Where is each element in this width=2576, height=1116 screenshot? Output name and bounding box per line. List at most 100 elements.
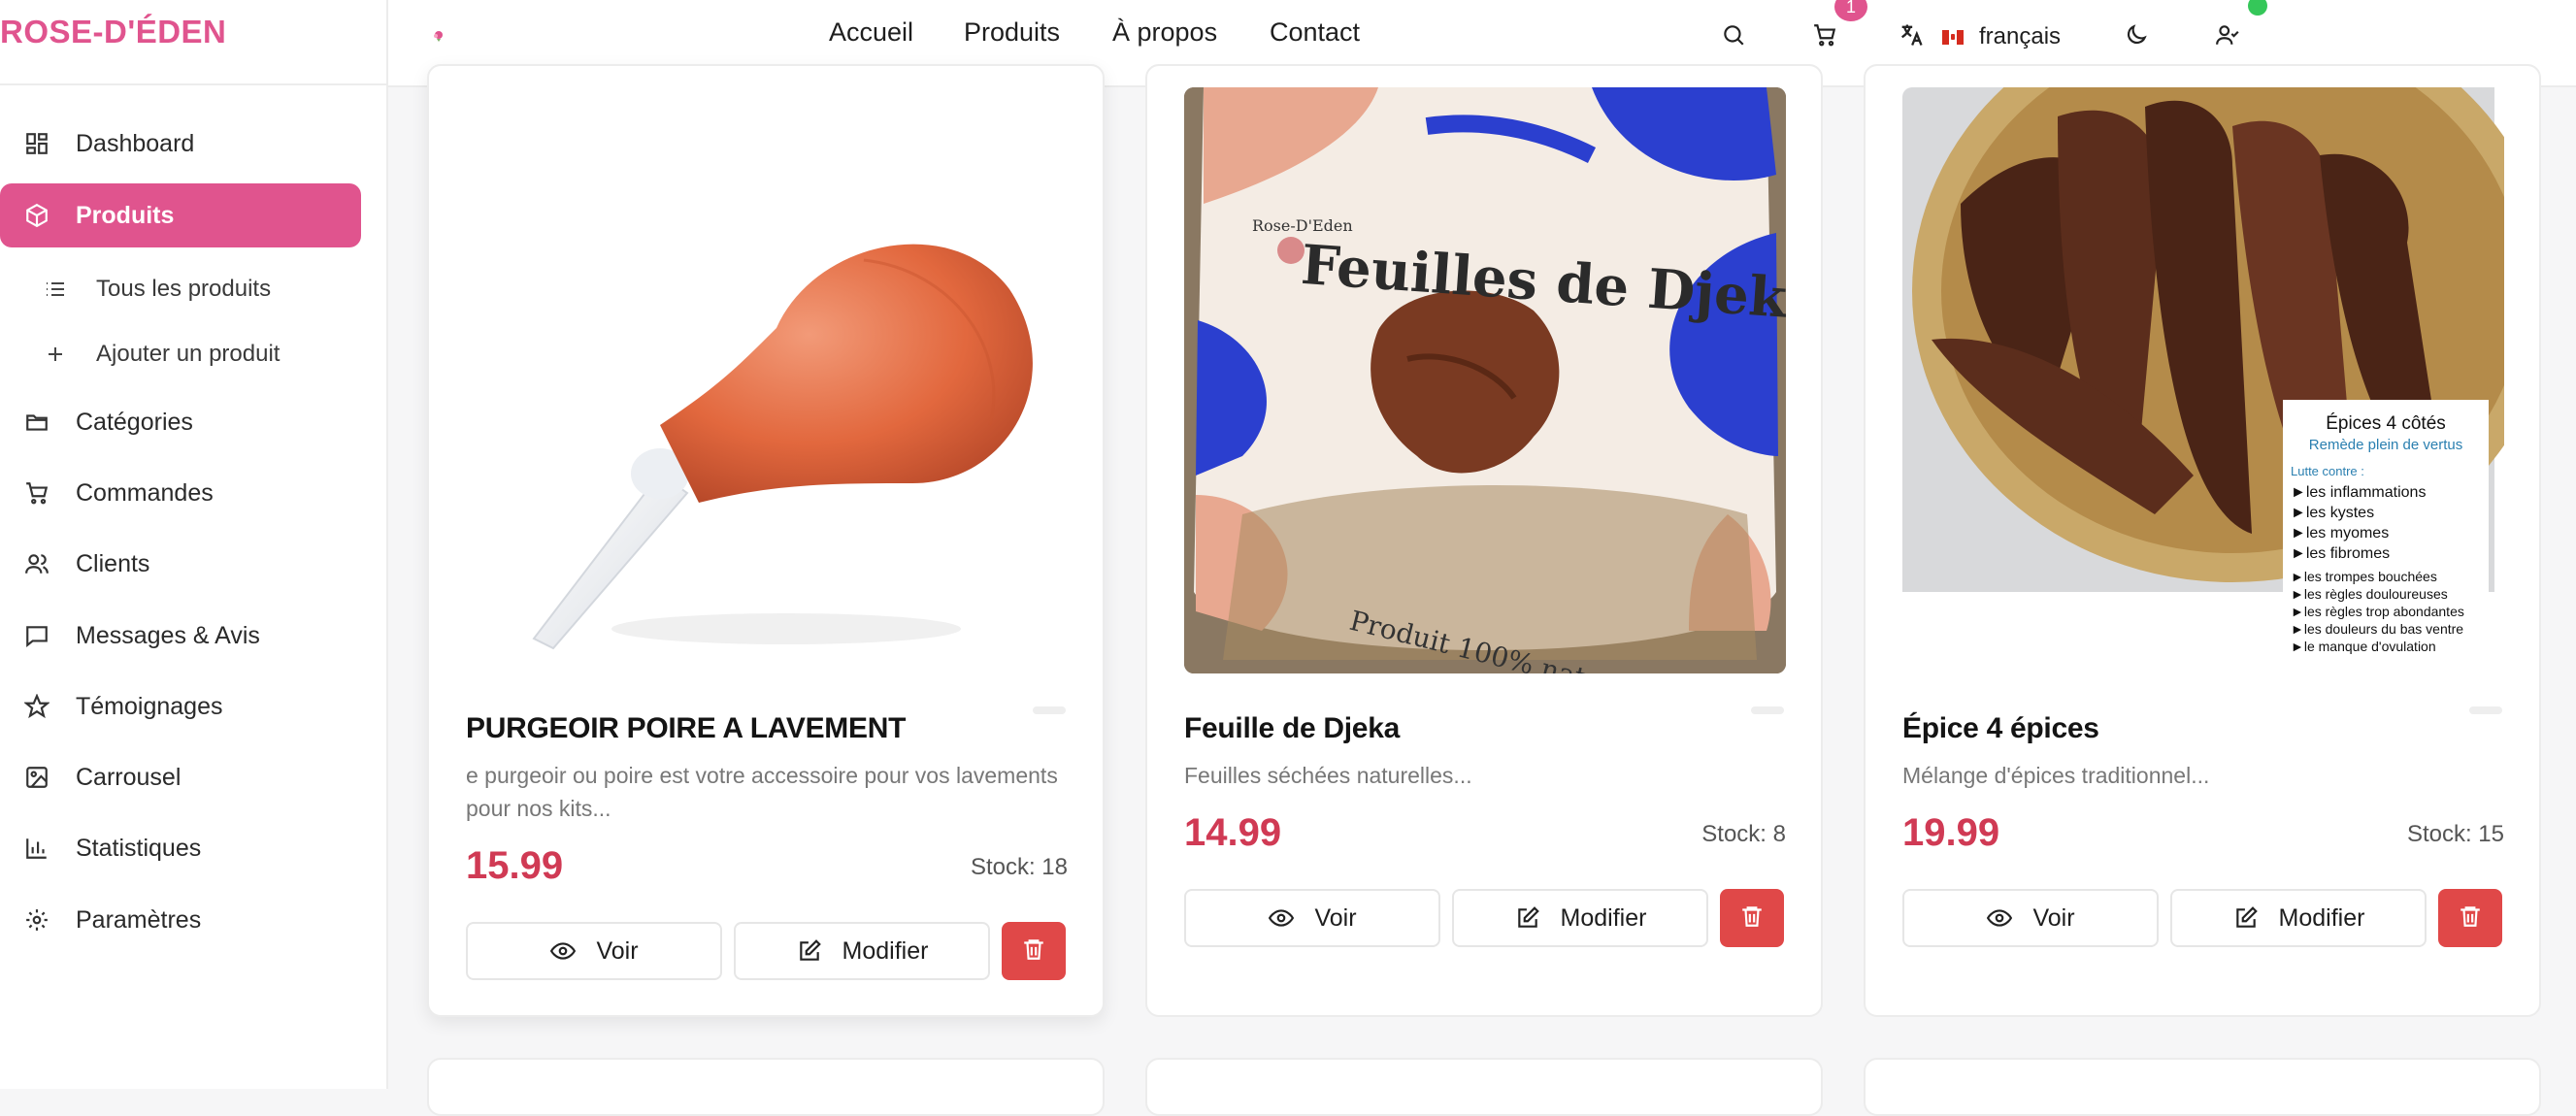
sidebar-subitem-label: Tous les produits (96, 276, 272, 302)
product-price: 19.99 (1902, 811, 2000, 854)
product-stock: Stock: 18 (970, 854, 1068, 880)
view-button-label: Voir (596, 936, 639, 965)
language-label: français (1979, 23, 2062, 49)
product-name: PURGEOIR POIRE A LAVEMENT (466, 712, 907, 744)
sidebar-item-label: Témoignages (76, 692, 223, 720)
search-icon[interactable] (1716, 17, 1751, 52)
label-line-text: ►les kystes (2291, 505, 2374, 521)
edit-button[interactable]: Modifier (2170, 889, 2427, 947)
view-button[interactable]: Voir (1902, 889, 2159, 947)
label-line-text: ►les douleurs du bas ventre (2291, 621, 2463, 637)
cart-icon[interactable] (1807, 17, 1842, 52)
nav-link-contact[interactable]: Contact (1270, 17, 1360, 56)
product-card-next-row (1864, 1058, 2541, 1116)
sidebar-item-carrousel[interactable]: Carrousel (0, 745, 361, 809)
edit-button[interactable]: Modifier (1452, 889, 1708, 947)
label-line-text: ►les règles douloureuses (2291, 586, 2448, 602)
product-image-djeka-leaves[interactable]: Rose-D'Eden Feuilles de Djeka Produit 10… (1184, 87, 1786, 673)
small-rose-logo-icon[interactable] (427, 27, 450, 45)
label-line-text: ►les inflammations (2291, 484, 2426, 501)
sidebar-item-dashboard[interactable]: Dashboard (0, 112, 361, 176)
folder-icon (23, 409, 50, 436)
nav-link-produits[interactable]: Produits (964, 17, 1060, 56)
product-image-enema-bulb[interactable] (466, 134, 1068, 658)
eye-icon (1986, 904, 2013, 932)
product-name: Épice 4 épices (1902, 712, 2099, 744)
gear-icon (23, 906, 50, 934)
sidebar-subitem-label: Ajouter un produit (96, 341, 281, 367)
list-icon (43, 277, 68, 302)
view-button[interactable]: Voir (1184, 889, 1440, 947)
sidebar-item-commandes[interactable]: Commandes (0, 461, 361, 525)
star-icon (23, 693, 50, 720)
edit-icon (796, 937, 823, 965)
nav-link-accueil[interactable]: Accueil (829, 17, 913, 56)
product-name: Feuille de Djeka (1184, 712, 1400, 744)
card-indicator (1751, 706, 1784, 714)
edit-button-label: Modifier (842, 936, 929, 965)
product-price: 15.99 (466, 844, 564, 887)
online-status-dot (2248, 0, 2267, 16)
product-price: 14.99 (1184, 811, 1282, 854)
edit-button[interactable]: Modifier (734, 922, 990, 980)
sidebar-item-messages[interactable]: Messages & Avis (0, 604, 361, 668)
delete-button[interactable] (1720, 889, 1784, 947)
sidebar-item-produits[interactable]: Produits (0, 183, 361, 247)
nav-link-a-propos[interactable]: À propos (1112, 17, 1217, 56)
eye-icon (549, 937, 577, 965)
sidebar-item-statistiques[interactable]: Statistiques (0, 816, 361, 880)
sidebar-item-label: Dashboard (76, 129, 195, 157)
product-image-four-spices[interactable]: Épices 4 côtés Remède plein de vertus Lu… (1902, 87, 2504, 673)
view-button[interactable]: Voir (466, 922, 722, 980)
product-card-next-row (427, 1058, 1105, 1116)
edit-icon (1514, 904, 1541, 932)
sidebar-item-parametres[interactable]: Paramètres (0, 888, 361, 952)
trash-icon (1739, 903, 1765, 934)
sidebar-item-label: Clients (76, 549, 150, 577)
users-icon (23, 550, 50, 577)
label-line-text: ►les trompes bouchées (2291, 569, 2437, 584)
sidebar-item-categories[interactable]: Catégories (0, 390, 361, 454)
sidebar-item-clients[interactable]: Clients (0, 532, 361, 596)
sidebar-item-label: Carrousel (76, 763, 182, 791)
product-description: e purgeoir ou poire est votre accessoire… (466, 763, 1058, 821)
brand-logo[interactable]: ROSE-D'ÉDEN (0, 14, 226, 50)
view-button-label: Voir (1314, 903, 1357, 932)
label-subtitle-text: Remède plein de vertus (2309, 437, 2462, 453)
language-selector[interactable]: français (1898, 17, 2061, 56)
product-description: Feuilles séchées naturelles... (1184, 763, 1472, 788)
sidebar-subitem-all-products[interactable]: Tous les produits (39, 262, 361, 316)
sidebar: ROSE-D'ÉDEN Dashboard Produits Tous les … (0, 0, 388, 1089)
sidebar-item-label: Paramètres (76, 905, 202, 934)
delete-button[interactable] (1002, 922, 1066, 980)
view-button-label: Voir (2032, 903, 2075, 932)
product-card: Rose-D'Eden Feuilles de Djeka Produit 10… (1145, 64, 1823, 1017)
brand-header: ROSE-D'ÉDEN (0, 0, 388, 85)
cart-icon (23, 479, 50, 507)
product-description: Mélange d'épices traditionnel... (1902, 763, 2210, 788)
label-line-text: ►les règles trop abondantes (2291, 604, 2464, 619)
moon-icon[interactable] (2119, 17, 2154, 52)
label-line-text: ►les myomes (2291, 525, 2389, 542)
package-brand-text: Rose-D'Eden (1252, 216, 1353, 235)
sidebar-item-label: Produits (76, 201, 175, 229)
sidebar-item-label: Commandes (76, 478, 214, 507)
sidebar-item-temoignages[interactable]: Témoignages (0, 674, 361, 739)
canada-flag-icon (1942, 29, 1964, 45)
delete-button[interactable] (2438, 889, 2502, 947)
product-card: Épices 4 côtés Remède plein de vertus Lu… (1864, 64, 2541, 1017)
product-card: PURGEOIR POIRE A LAVEMENT e purgeoir ou … (427, 64, 1105, 1017)
plus-icon (43, 342, 68, 367)
card-indicator (2469, 706, 2502, 714)
sidebar-item-label: Statistiques (76, 834, 202, 862)
image-icon (23, 764, 50, 791)
label-intro-text: Lutte contre : (2291, 464, 2364, 478)
label-line-text: ►le manque d'ovulation (2291, 639, 2436, 654)
eye-icon (1268, 904, 1295, 932)
label-line-text: ►les fibromes (2291, 545, 2390, 562)
sidebar-subitem-add-product[interactable]: Ajouter un produit (39, 327, 361, 381)
edit-icon (2232, 904, 2260, 932)
product-card-next-row (1145, 1058, 1823, 1116)
user-check-icon[interactable] (2210, 17, 2245, 52)
bar-chart-icon (23, 835, 50, 862)
